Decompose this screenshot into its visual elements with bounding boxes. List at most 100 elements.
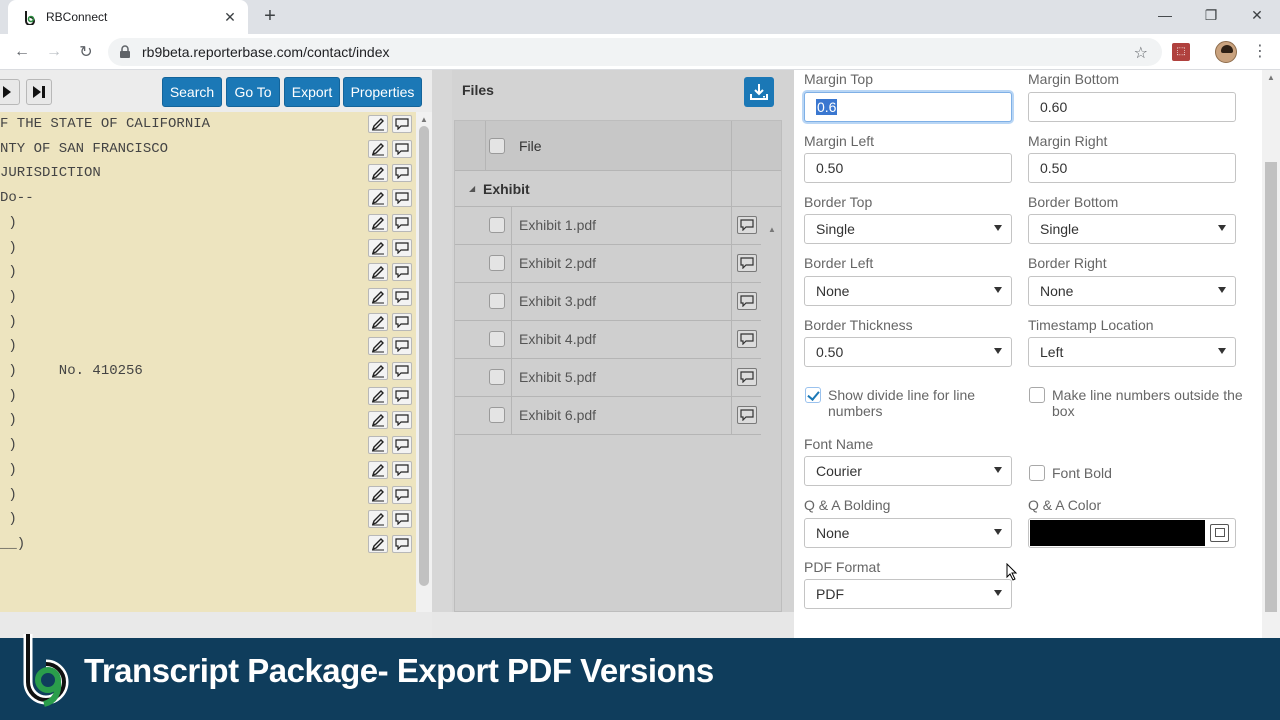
comment-icon[interactable] xyxy=(392,436,412,455)
comment-icon[interactable] xyxy=(392,411,412,430)
qa-bolding-select[interactable]: None xyxy=(804,518,1012,548)
file-row[interactable]: Exhibit 4.pdf xyxy=(455,321,761,359)
scroll-up-icon[interactable]: ▲ xyxy=(420,115,428,124)
edit-pencil-icon[interactable] xyxy=(368,485,388,504)
comment-icon[interactable] xyxy=(392,312,412,331)
comment-icon[interactable] xyxy=(392,337,412,356)
transcript-line[interactable]: ) xyxy=(0,236,416,261)
browser-tab[interactable]: RBConnect ✕ xyxy=(8,0,248,34)
collapse-caret-icon[interactable]: ◢ xyxy=(469,184,475,193)
comment-icon[interactable] xyxy=(392,386,412,405)
file-row[interactable]: Exhibit 2.pdf xyxy=(455,245,761,283)
comment-icon[interactable] xyxy=(392,362,412,380)
bookmark-star-icon[interactable]: ☆ xyxy=(1134,43,1148,63)
comment-icon[interactable] xyxy=(392,460,412,479)
close-tab-icon[interactable]: ✕ xyxy=(222,9,238,25)
edit-pencil-icon[interactable] xyxy=(368,287,388,306)
transcript-line[interactable]: Do-- xyxy=(0,186,416,211)
comment-icon[interactable] xyxy=(737,292,757,310)
properties-scrollbar[interactable]: ▲ xyxy=(1262,70,1280,638)
select-all-checkbox[interactable] xyxy=(489,138,505,154)
edit-pencil-icon[interactable] xyxy=(368,139,388,158)
browser-menu-icon[interactable]: ⋮ xyxy=(1252,42,1268,62)
new-tab-icon[interactable]: + xyxy=(258,6,282,28)
comment-icon[interactable] xyxy=(392,510,412,529)
transcript-line[interactable]: ) xyxy=(0,310,416,335)
edit-pencil-icon[interactable] xyxy=(368,534,388,553)
file-row-checkbox[interactable] xyxy=(489,217,505,233)
edit-pencil-icon[interactable] xyxy=(368,362,388,380)
transcript-line[interactable]: __) xyxy=(0,532,416,557)
comment-icon[interactable] xyxy=(392,287,412,306)
comment-icon[interactable] xyxy=(392,115,412,133)
font-name-select[interactable]: Courier xyxy=(804,456,1012,486)
pdf-format-select[interactable]: PDF xyxy=(804,579,1012,609)
back-icon[interactable]: ← xyxy=(10,40,34,64)
comment-icon[interactable] xyxy=(392,263,412,282)
margin-bottom-field[interactable]: 0.60 xyxy=(1028,92,1236,122)
file-row[interactable]: Exhibit 1.pdf xyxy=(455,207,761,245)
search-button[interactable]: Search xyxy=(162,77,222,107)
profile-avatar[interactable] xyxy=(1215,41,1237,63)
transcript-line[interactable]: ) xyxy=(0,211,416,236)
transcript-line[interactable]: ) xyxy=(0,458,416,483)
edit-pencil-icon[interactable] xyxy=(368,164,388,183)
restore-icon[interactable]: ❐ xyxy=(1188,0,1234,30)
comment-icon[interactable] xyxy=(392,164,412,183)
margin-left-field[interactable]: 0.50 xyxy=(804,153,1012,183)
group-row-exhibit[interactable]: ◢ Exhibit xyxy=(455,171,781,207)
transcript-line[interactable]: NTY OF SAN FRANCISCO xyxy=(0,137,416,162)
comment-icon[interactable] xyxy=(737,406,757,424)
edit-pencil-icon[interactable] xyxy=(368,189,388,208)
edit-pencil-icon[interactable] xyxy=(368,213,388,232)
forward-icon[interactable]: → xyxy=(42,40,66,64)
transcript-line[interactable]: JURISDICTION xyxy=(0,161,416,186)
qa-color-picker[interactable] xyxy=(1028,518,1236,548)
color-picker-icon[interactable] xyxy=(1210,524,1229,542)
reload-icon[interactable]: ↻ xyxy=(74,40,98,64)
border-bottom-select[interactable]: Single xyxy=(1028,214,1236,244)
file-row-checkbox[interactable] xyxy=(489,293,505,309)
transcript-line[interactable]: ) xyxy=(0,384,416,409)
close-window-icon[interactable]: ✕ xyxy=(1234,0,1280,30)
files-scrollbar[interactable]: ▲ xyxy=(763,221,779,611)
comment-icon[interactable] xyxy=(392,189,412,208)
edit-pencil-icon[interactable] xyxy=(368,460,388,479)
comment-icon[interactable] xyxy=(737,368,757,386)
scroll-thumb[interactable] xyxy=(419,126,429,586)
comment-icon[interactable] xyxy=(737,254,757,272)
scroll-thumb[interactable] xyxy=(1265,162,1277,612)
edit-pencil-icon[interactable] xyxy=(368,238,388,257)
transcript-scrollbar[interactable]: ▲ xyxy=(416,112,432,612)
edit-pencil-icon[interactable] xyxy=(368,312,388,331)
border-right-select[interactable]: None xyxy=(1028,276,1236,306)
comment-icon[interactable] xyxy=(737,216,757,234)
margin-top-field[interactable]: 0.6 xyxy=(804,92,1012,122)
edit-pencil-icon[interactable] xyxy=(368,263,388,282)
edit-pencil-icon[interactable] xyxy=(368,115,388,133)
transcript-line[interactable]: ) xyxy=(0,433,416,458)
properties-button[interactable]: Properties xyxy=(343,77,422,107)
file-row[interactable]: Exhibit 5.pdf xyxy=(455,359,761,397)
transcript-line[interactable]: F THE STATE OF CALIFORNIA xyxy=(0,112,416,137)
goto-button[interactable]: Go To xyxy=(226,77,280,107)
file-row-checkbox[interactable] xyxy=(489,407,505,423)
file-row-checkbox[interactable] xyxy=(489,331,505,347)
timestamp-location-select[interactable]: Left xyxy=(1028,337,1236,367)
border-top-select[interactable]: Single xyxy=(804,214,1012,244)
transcript-line[interactable]: ) xyxy=(0,507,416,532)
export-button[interactable]: Export xyxy=(284,77,340,107)
url-field[interactable]: rb9beta.reporterbase.com/contact/index ☆ xyxy=(108,38,1162,66)
comment-icon[interactable] xyxy=(392,213,412,232)
transcript-line[interactable]: ) No. 410256 xyxy=(0,359,416,384)
comment-icon[interactable] xyxy=(392,485,412,504)
transcript-line[interactable]: ) xyxy=(0,260,416,285)
play-next-icon[interactable] xyxy=(0,79,20,105)
font-bold-checkbox[interactable] xyxy=(1029,465,1045,481)
comment-icon[interactable] xyxy=(392,534,412,553)
file-row[interactable]: Exhibit 3.pdf xyxy=(455,283,761,321)
scroll-up-icon[interactable]: ▲ xyxy=(768,225,776,234)
border-thickness-select[interactable]: 0.50 xyxy=(804,337,1012,367)
skip-to-end-icon[interactable] xyxy=(26,79,52,105)
file-row[interactable]: Exhibit 6.pdf xyxy=(455,397,761,435)
